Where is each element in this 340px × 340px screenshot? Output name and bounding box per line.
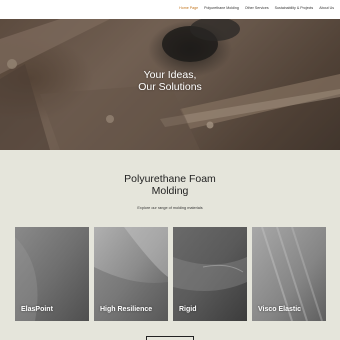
molding-section: Polyurethane Foam Molding Explore our ra…	[0, 150, 340, 340]
card-label-visco-elastic: Visco Elastic	[258, 306, 302, 313]
section-title-line1: Polyurethane Foam	[124, 173, 216, 185]
card-label-high-resilience: High Resilience	[100, 306, 153, 313]
hero-title-line1: Your Ideas,	[143, 69, 197, 81]
card-visco-elastic[interactable]: Visco Elastic	[252, 227, 326, 321]
card-elaspoint[interactable]: ElasPoint	[15, 227, 89, 321]
nav-link-polyurethane-molding[interactable]: Polyurethane Molding	[204, 6, 239, 11]
material-cards: ElasPoint High Resilience Rigid Visco El…	[15, 227, 326, 321]
card-high-resilience[interactable]: High Resilience	[94, 227, 168, 321]
top-navigation: Home Page Polyurethane Molding Other Ser…	[0, 0, 340, 19]
section-subtitle: Explore our range of molding materials	[137, 206, 203, 210]
nav-link-home[interactable]: Home Page	[179, 6, 198, 11]
section-button[interactable]	[146, 336, 194, 340]
nav-link-about-us[interactable]: About Us	[319, 6, 334, 11]
hero-banner: Your Ideas, Our Solutions	[0, 19, 340, 150]
card-label-rigid: Rigid	[179, 306, 197, 313]
nav-link-other-services[interactable]: Other Services	[245, 6, 269, 11]
card-label-elaspoint: ElasPoint	[21, 306, 53, 313]
nav-links: Home Page Polyurethane Molding Other Ser…	[179, 6, 334, 11]
section-title: Polyurethane Foam Molding	[0, 173, 340, 197]
card-rigid[interactable]: Rigid	[173, 227, 247, 321]
hero-title: Your Ideas, Our Solutions	[0, 69, 340, 93]
section-title-line2: Molding	[151, 184, 189, 197]
hero-title-line2: Our Solutions	[138, 80, 202, 93]
nav-link-sustainability-projects[interactable]: Sustainability & Projects	[275, 6, 314, 11]
